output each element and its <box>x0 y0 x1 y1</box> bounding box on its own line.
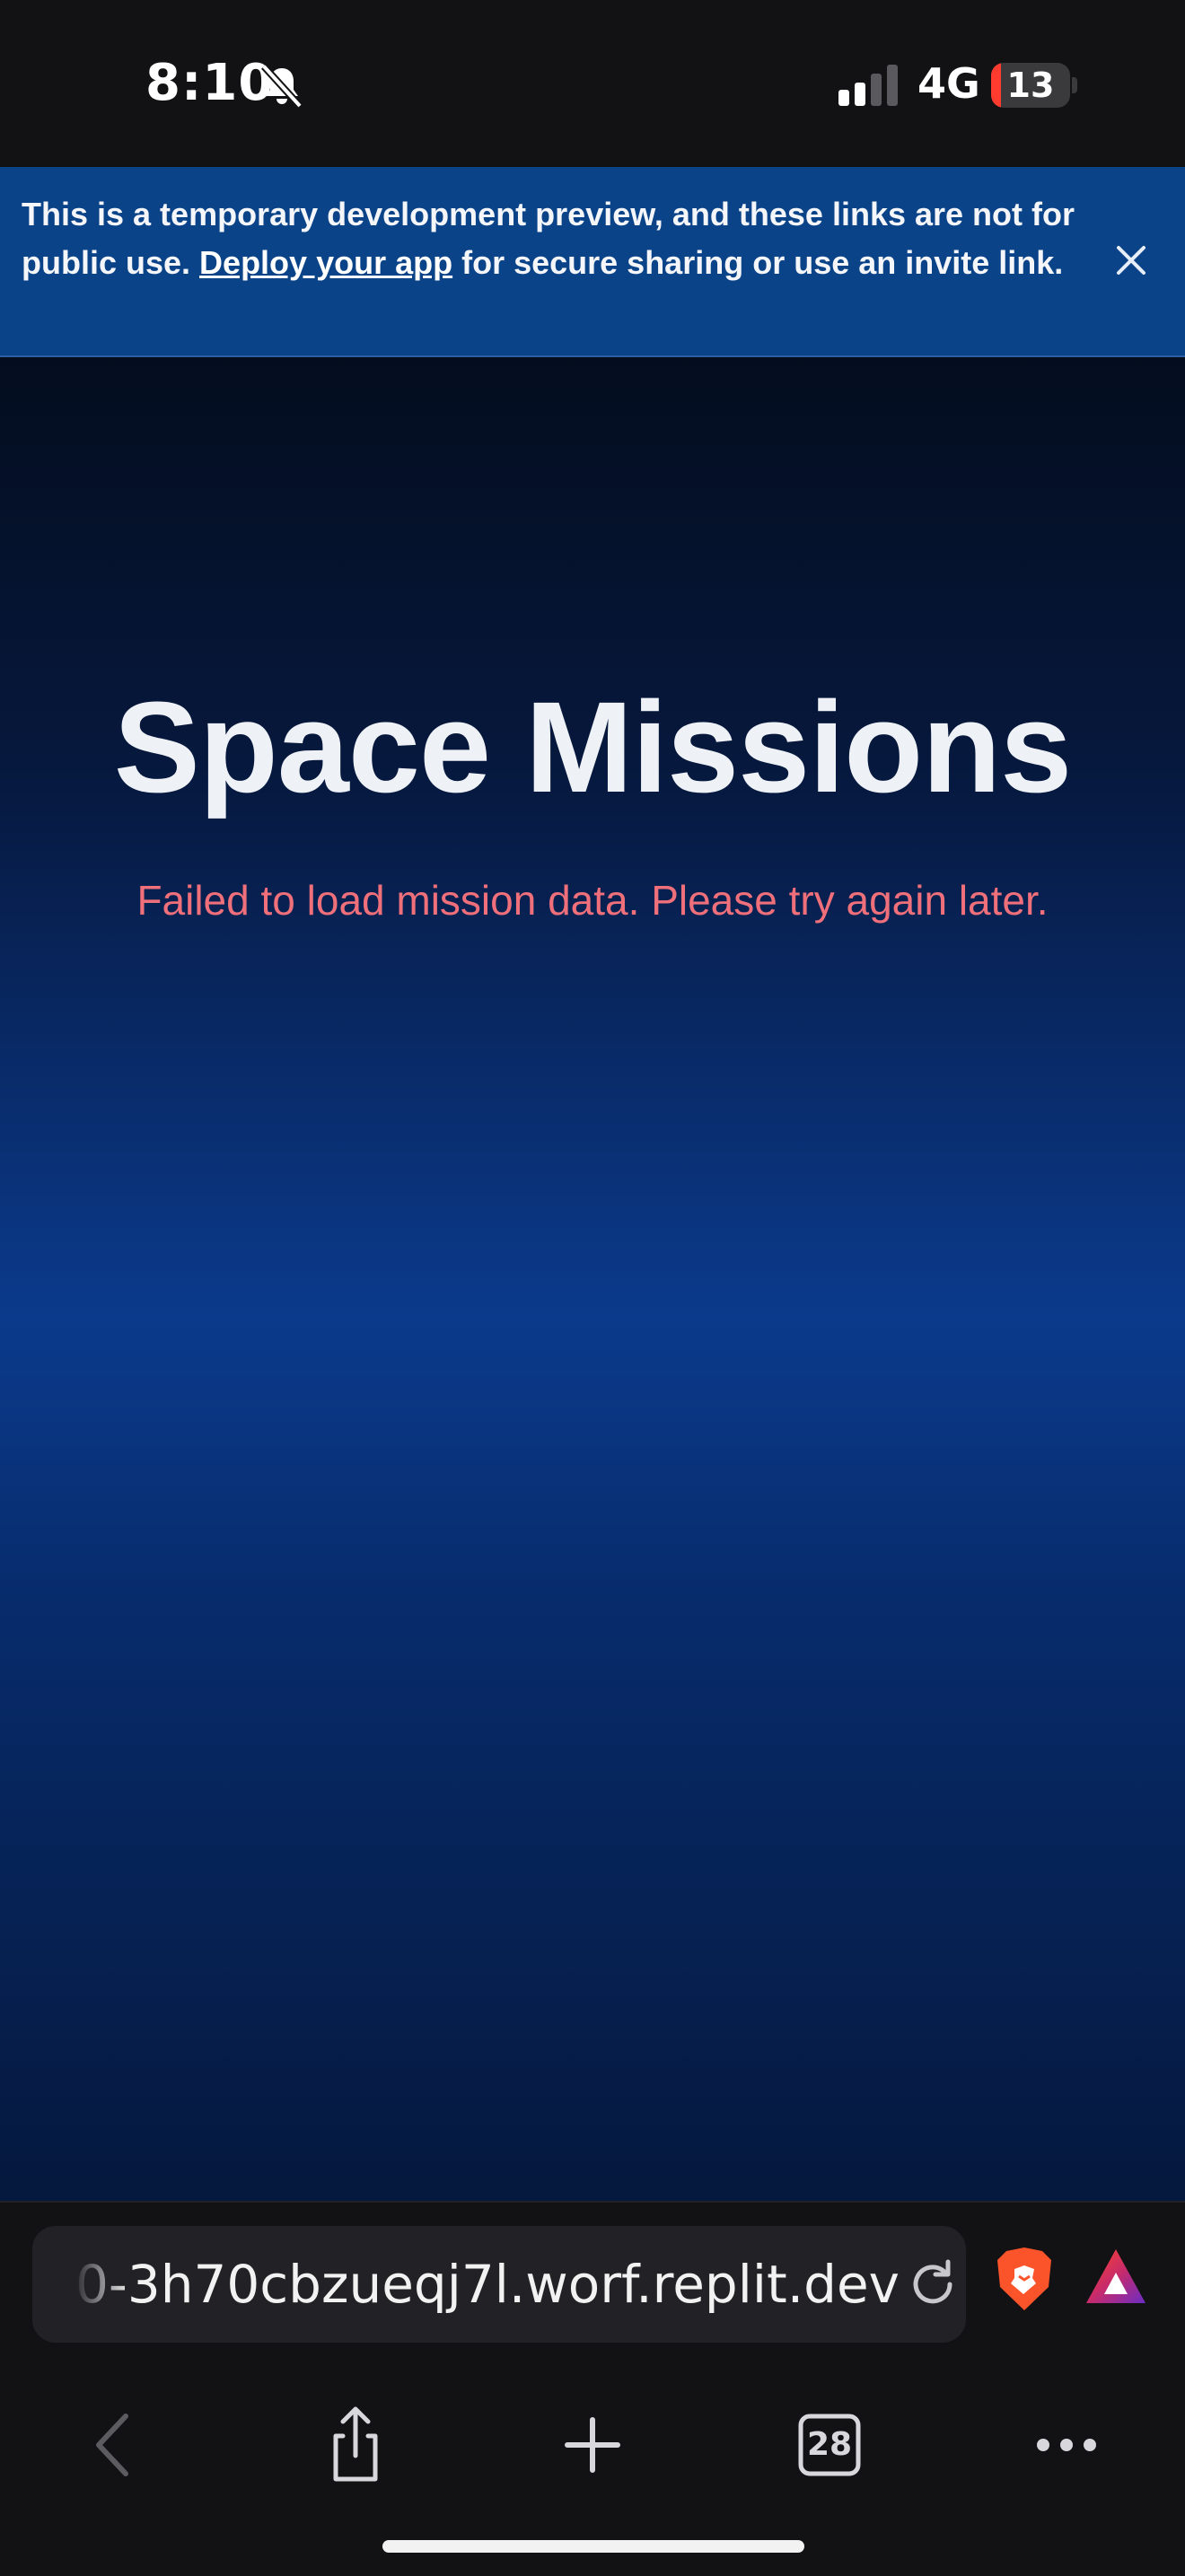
cellular-signal-icon <box>838 65 898 106</box>
more-icon <box>1037 2439 1096 2451</box>
url-text[interactable]: 0-3h70cbzueqj7l.worf.replit.dev <box>75 2226 900 2343</box>
page-title: Space Missions <box>113 675 1072 819</box>
tab-count: 28 <box>806 2426 853 2463</box>
status-bar: 8:10 4G 13 <box>0 0 1185 167</box>
battery-cap <box>1072 77 1077 93</box>
bell-slash-icon <box>261 64 303 109</box>
share-icon <box>333 2406 378 2482</box>
url-fade <box>32 2226 131 2343</box>
banner-text-after: for secure sharing or use an invite link… <box>452 244 1064 281</box>
page-content: Space Missions Failed to load mission da… <box>0 357 1185 2201</box>
more-button[interactable] <box>1022 2400 1111 2490</box>
network-type: 4G <box>917 59 980 108</box>
banner-message: This is a temporary development preview,… <box>22 190 1081 287</box>
reload-icon[interactable] <box>903 2255 962 2314</box>
tabs-button[interactable]: 28 <box>785 2400 874 2490</box>
back-icon <box>96 2414 128 2476</box>
brave-rewards-icon[interactable] <box>1084 2247 1147 2305</box>
new-tab-icon <box>565 2417 620 2473</box>
brave-shields-icon[interactable] <box>995 2246 1054 2312</box>
close-icon[interactable] <box>1113 242 1149 278</box>
status-time: 8:10 <box>145 54 275 112</box>
browser-toolbar: 0-3h70cbzueqj7l.worf.replit.dev 28 <box>0 2201 1185 2576</box>
new-tab-button[interactable] <box>548 2400 637 2490</box>
error-message: Failed to load mission data. Please try … <box>136 877 1049 924</box>
address-bar[interactable]: 0-3h70cbzueqj7l.worf.replit.dev <box>32 2226 966 2343</box>
battery-icon: 13 <box>991 63 1070 108</box>
home-indicator[interactable] <box>382 2540 804 2553</box>
back-button[interactable] <box>72 2400 162 2490</box>
share-button[interactable] <box>311 2400 400 2490</box>
dev-preview-banner: This is a temporary development preview,… <box>0 167 1185 357</box>
battery-level: 13 <box>1006 66 1055 105</box>
deploy-app-link[interactable]: Deploy your app <box>199 244 452 281</box>
browser-nav-row: 28 <box>0 2400 1185 2490</box>
